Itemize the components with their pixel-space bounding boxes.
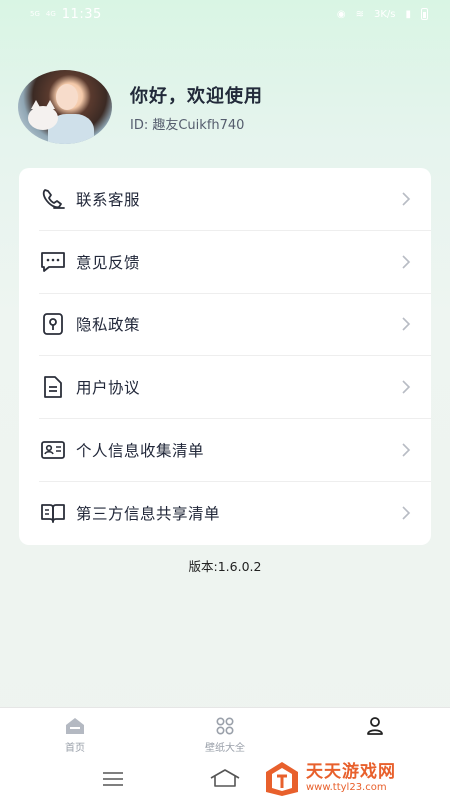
network-right: 4G [45,9,56,18]
watermark-url: www.ttyl23.com [306,782,387,793]
user-id: ID: 趣友Cuikfh740 [130,117,245,133]
phone-icon [39,185,67,213]
greeting-title: 你好，欢迎使用 [130,85,263,107]
user-icon [365,716,385,736]
bell-icon: ▮ [405,8,411,20]
menu-item-customer-service[interactable]: 联系客服 [39,168,431,231]
nav-tab-home[interactable]: 首页 [0,708,150,758]
id-card-icon [39,436,67,464]
network-left: 5G [30,9,40,18]
settings-menu-card: 联系客服 意见反馈 隐私政策 用户协议 个人信息收集清单 第三方信息共享清单 [19,168,431,545]
avatar[interactable] [18,70,112,144]
home-icon [65,716,85,736]
nav-label: 壁纸大全 [205,742,245,754]
chevron-right-icon [399,255,413,269]
system-nav-bar: 天天游戏网 www.ttyl23.com [0,758,450,800]
status-right: ◉ ≋ 3K/s ▮ [337,8,428,20]
menu-item-label: 个人信息收集清单 [76,442,205,461]
signal-icon-1: 5G [30,9,40,18]
menu-item-user-agreement[interactable]: 用户协议 [39,356,431,420]
battery-icon [421,8,428,20]
chevron-right-icon [399,380,413,394]
menu-item-label: 联系客服 [76,190,141,209]
open-book-icon [39,499,67,527]
grid-icon [215,716,235,736]
eye-icon: ◉ [336,8,346,20]
nav-tab-wallpapers[interactable]: 壁纸大全 [150,708,300,758]
status-bar: 5G 4G 11:35 ◉ ≋ 3K/s ▮ [0,0,450,28]
menu-item-label: 第三方信息共享清单 [76,505,221,524]
status-time: 11:35 [61,6,102,22]
chevron-right-icon [399,317,413,332]
document-icon [39,373,67,401]
chat-bubble-icon [39,248,67,276]
status-left: 5G 4G 11:35 [30,7,102,22]
menu-item-feedback[interactable]: 意见反馈 [39,231,431,294]
nav-tab-profile[interactable] [300,708,450,758]
chevron-right-icon [399,443,413,457]
wifi-icon: ≋ [355,8,364,20]
chevron-right-icon [399,192,413,206]
menu-item-privacy-policy[interactable]: 隐私政策 [39,294,431,357]
bottom-nav: 首页 壁纸大全 [0,707,450,758]
chevron-right-icon [399,506,413,520]
lock-icon [39,310,67,338]
watermark-title: 天天游戏网 [306,762,396,782]
home-outline-icon[interactable] [209,768,241,792]
menu-item-label: 隐私政策 [76,316,141,335]
profile-text: 你好，欢迎使用 ID: 趣友Cuikfh740 [130,82,263,133]
app-version: 版本:1.6.0.2 [188,559,262,574]
signal-icon-2: 4G [45,9,56,18]
menu-lines-icon[interactable] [102,771,124,791]
menu-item-personal-info-list[interactable]: 个人信息收集清单 [39,419,431,482]
menu-item-label: 用户协议 [76,379,141,398]
network-speed: 3K/s [373,8,396,20]
nav-label: 首页 [65,742,85,754]
menu-item-label: 意见反馈 [76,253,141,272]
watermark-logo: 天天游戏网 www.ttyl23.com [262,758,396,798]
watermark-text: 天天游戏网 www.ttyl23.com [306,762,396,794]
watermark-icon [266,762,298,796]
profile-header: 你好，欢迎使用 ID: 趣友Cuikfh740 [18,70,263,144]
menu-item-third-party-sharing-list[interactable]: 第三方信息共享清单 [39,482,431,545]
